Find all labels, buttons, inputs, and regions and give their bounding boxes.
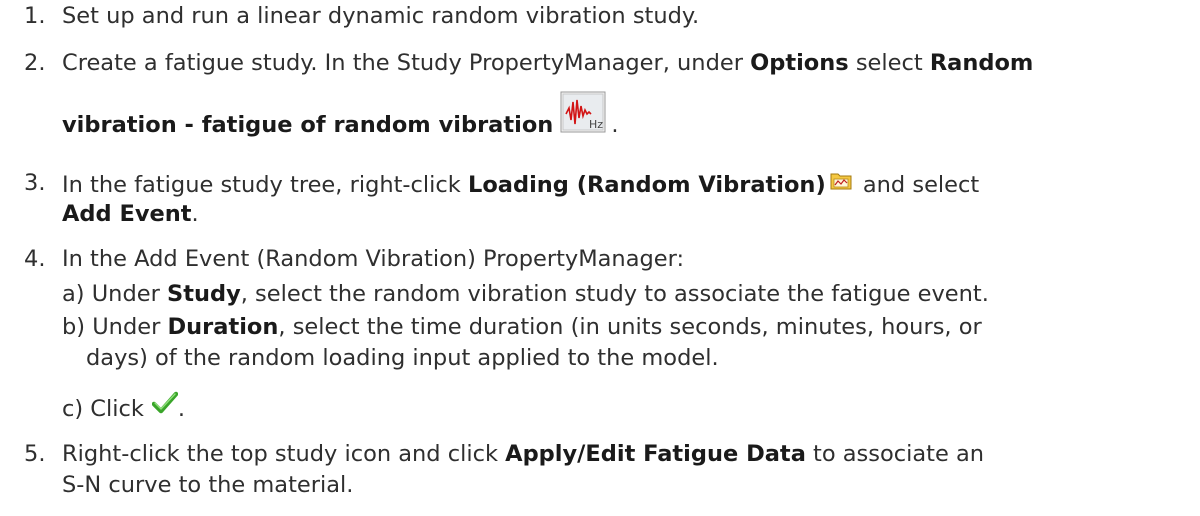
step-text: Create a fatigue study. In the Study Pro…: [62, 50, 751, 76]
substep-text: days) of the random loading input applie…: [86, 345, 719, 371]
loading-label: Loading (Random Vibration): [467, 172, 826, 198]
step-text: S-N curve to the material.: [62, 472, 354, 498]
green-checkmark-icon: [151, 390, 179, 416]
substep-text: b) Under: [62, 314, 168, 340]
waveform-hz-icon: Hz: [559, 90, 611, 138]
options-label: Options: [750, 50, 849, 76]
step-number: 4.: [24, 246, 46, 272]
step-number: 5.: [24, 441, 46, 467]
fatigue-option-label: vibration - fatigue of random vibration: [62, 112, 554, 138]
random-label: Random: [929, 50, 1034, 76]
step-text: .: [191, 201, 199, 227]
step-text: select: [848, 50, 930, 76]
step-text: In the fatigue study tree, right-click: [62, 172, 468, 198]
add-event-label: Add Event: [62, 201, 192, 227]
step-number: 3.: [24, 170, 46, 196]
step-text: In the Add Event (Random Vibration) Prop…: [62, 246, 685, 272]
substep-text: c) Click: [62, 396, 144, 422]
apply-fatigue-data-label: Apply/Edit Fatigue Data: [505, 441, 806, 467]
substep-text: , select the time duration (in units sec…: [278, 314, 982, 340]
study-label: Study: [166, 281, 241, 307]
step-text: Set up and run a linear dynamic random v…: [62, 3, 700, 29]
step-number: 2.: [24, 50, 46, 76]
substep-text: , select the random vibration study to a…: [240, 281, 989, 307]
svg-text:Hz: Hz: [589, 118, 603, 131]
step-text: and select: [855, 172, 980, 198]
substep-text: a) Under: [62, 281, 167, 307]
step-text: to associate an: [805, 441, 985, 467]
step-text: .: [611, 112, 619, 138]
substep-text: .: [177, 396, 186, 422]
step-number: 1.: [24, 3, 46, 29]
step-text: Right-click the top study icon and click: [62, 441, 506, 467]
folder-icon: [830, 169, 852, 190]
duration-label: Duration: [167, 314, 279, 340]
